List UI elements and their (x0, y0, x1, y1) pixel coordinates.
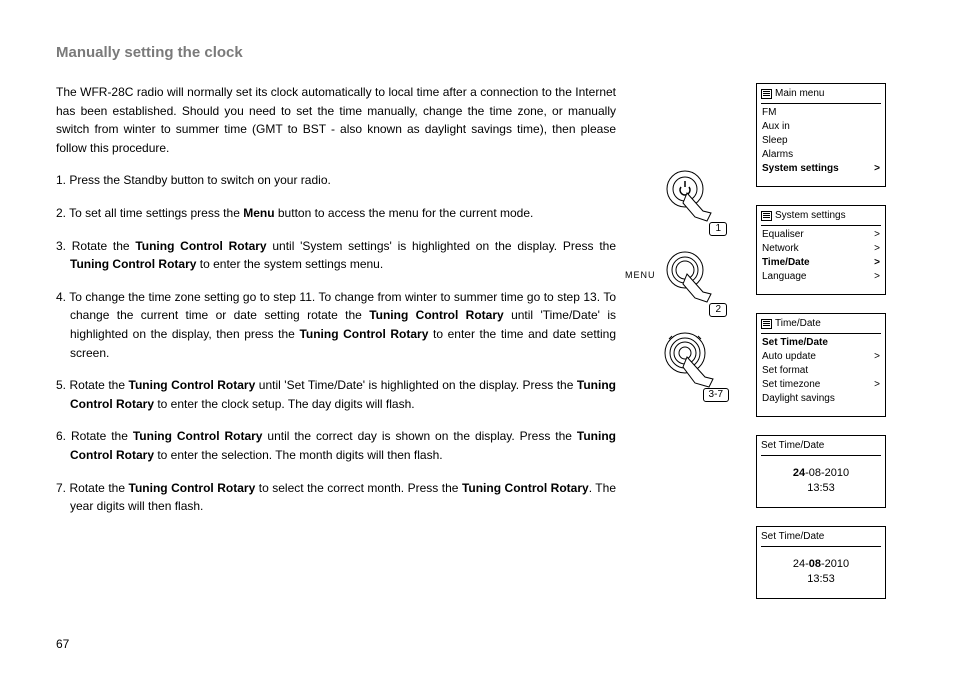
screen-title: Set Time/Date (761, 530, 824, 544)
instructions-text: The WFR-28C radio will normally set its … (56, 83, 636, 599)
menu-item-selected: Set Time/Date (761, 336, 881, 350)
page-number: 67 (56, 637, 69, 651)
body-row: The WFR-28C radio will normally set its … (56, 83, 904, 599)
step-5: 5. Rotate the Tuning Control Rotary unti… (56, 376, 616, 413)
menu-item: Sleep (761, 134, 881, 148)
main-menu-screen: Main menu FM Aux in Sleep Alarms System … (756, 83, 886, 187)
screen-title: System settings (775, 209, 846, 223)
menu-item: FM (761, 106, 881, 120)
menu-item: Daylight savings (761, 392, 881, 406)
intro-paragraph: The WFR-28C radio will normally set its … (56, 83, 616, 157)
menu-item: Equaliser> (761, 228, 881, 242)
power-icon (661, 167, 721, 227)
illustration-column: 1 MENU 2 3-7 (636, 83, 746, 599)
menu-item: Set timezone> (761, 378, 881, 392)
step-tag-2: 2 (709, 303, 727, 317)
step-tag-1: 1 (709, 222, 727, 236)
screen-title: Main menu (775, 87, 824, 101)
step-tag-3-7: 3-7 (703, 388, 729, 402)
step-3: 3. Rotate the Tuning Control Rotary unti… (56, 237, 616, 274)
date-display: 24-08-2010 13:53 (761, 549, 881, 588)
set-time-date-screen-day: Set Time/Date 24-08-2010 13:53 (756, 435, 886, 508)
menu-button-illustration: MENU 2 (661, 248, 721, 311)
menu-item: Language> (761, 270, 881, 284)
screen-previews-column: Main menu FM Aux in Sleep Alarms System … (756, 83, 886, 599)
standby-button-illustration: 1 (661, 167, 721, 230)
menu-item: Aux in (761, 120, 881, 134)
screen-title: Set Time/Date (761, 439, 824, 453)
list-icon (761, 211, 772, 221)
step-4: 4. To change the time zone setting go to… (56, 288, 616, 362)
set-time-date-screen-month: Set Time/Date 24-08-2010 13:53 (756, 526, 886, 599)
menu-button-icon (661, 248, 721, 308)
list-icon (761, 89, 772, 99)
menu-item-selected: Time/Date> (761, 256, 881, 270)
page-title: Manually setting the clock (56, 44, 904, 61)
date-display: 24-08-2010 13:53 (761, 458, 881, 497)
time-date-screen: Time/Date Set Time/Date Auto update> Set… (756, 313, 886, 417)
step-6: 6. Rotate the Tuning Control Rotary unti… (56, 427, 616, 464)
rotary-control-illustration: 3-7 (659, 329, 723, 396)
menu-item: Network> (761, 242, 881, 256)
menu-item: Alarms (761, 148, 881, 162)
step-1: 1. Press the Standby button to switch on… (56, 171, 616, 190)
screen-title: Time/Date (775, 317, 821, 331)
menu-item-selected: System settings> (761, 162, 881, 176)
rotary-icon (659, 329, 723, 393)
menu-item: Auto update> (761, 350, 881, 364)
step-7: 7. Rotate the Tuning Control Rotary to s… (56, 479, 616, 516)
menu-item: Set format (761, 364, 881, 378)
step-2: 2. To set all time settings press the Me… (56, 204, 616, 223)
system-settings-screen: System settings Equaliser> Network> Time… (756, 205, 886, 295)
list-icon (761, 319, 772, 329)
menu-label: MENU (625, 270, 656, 280)
